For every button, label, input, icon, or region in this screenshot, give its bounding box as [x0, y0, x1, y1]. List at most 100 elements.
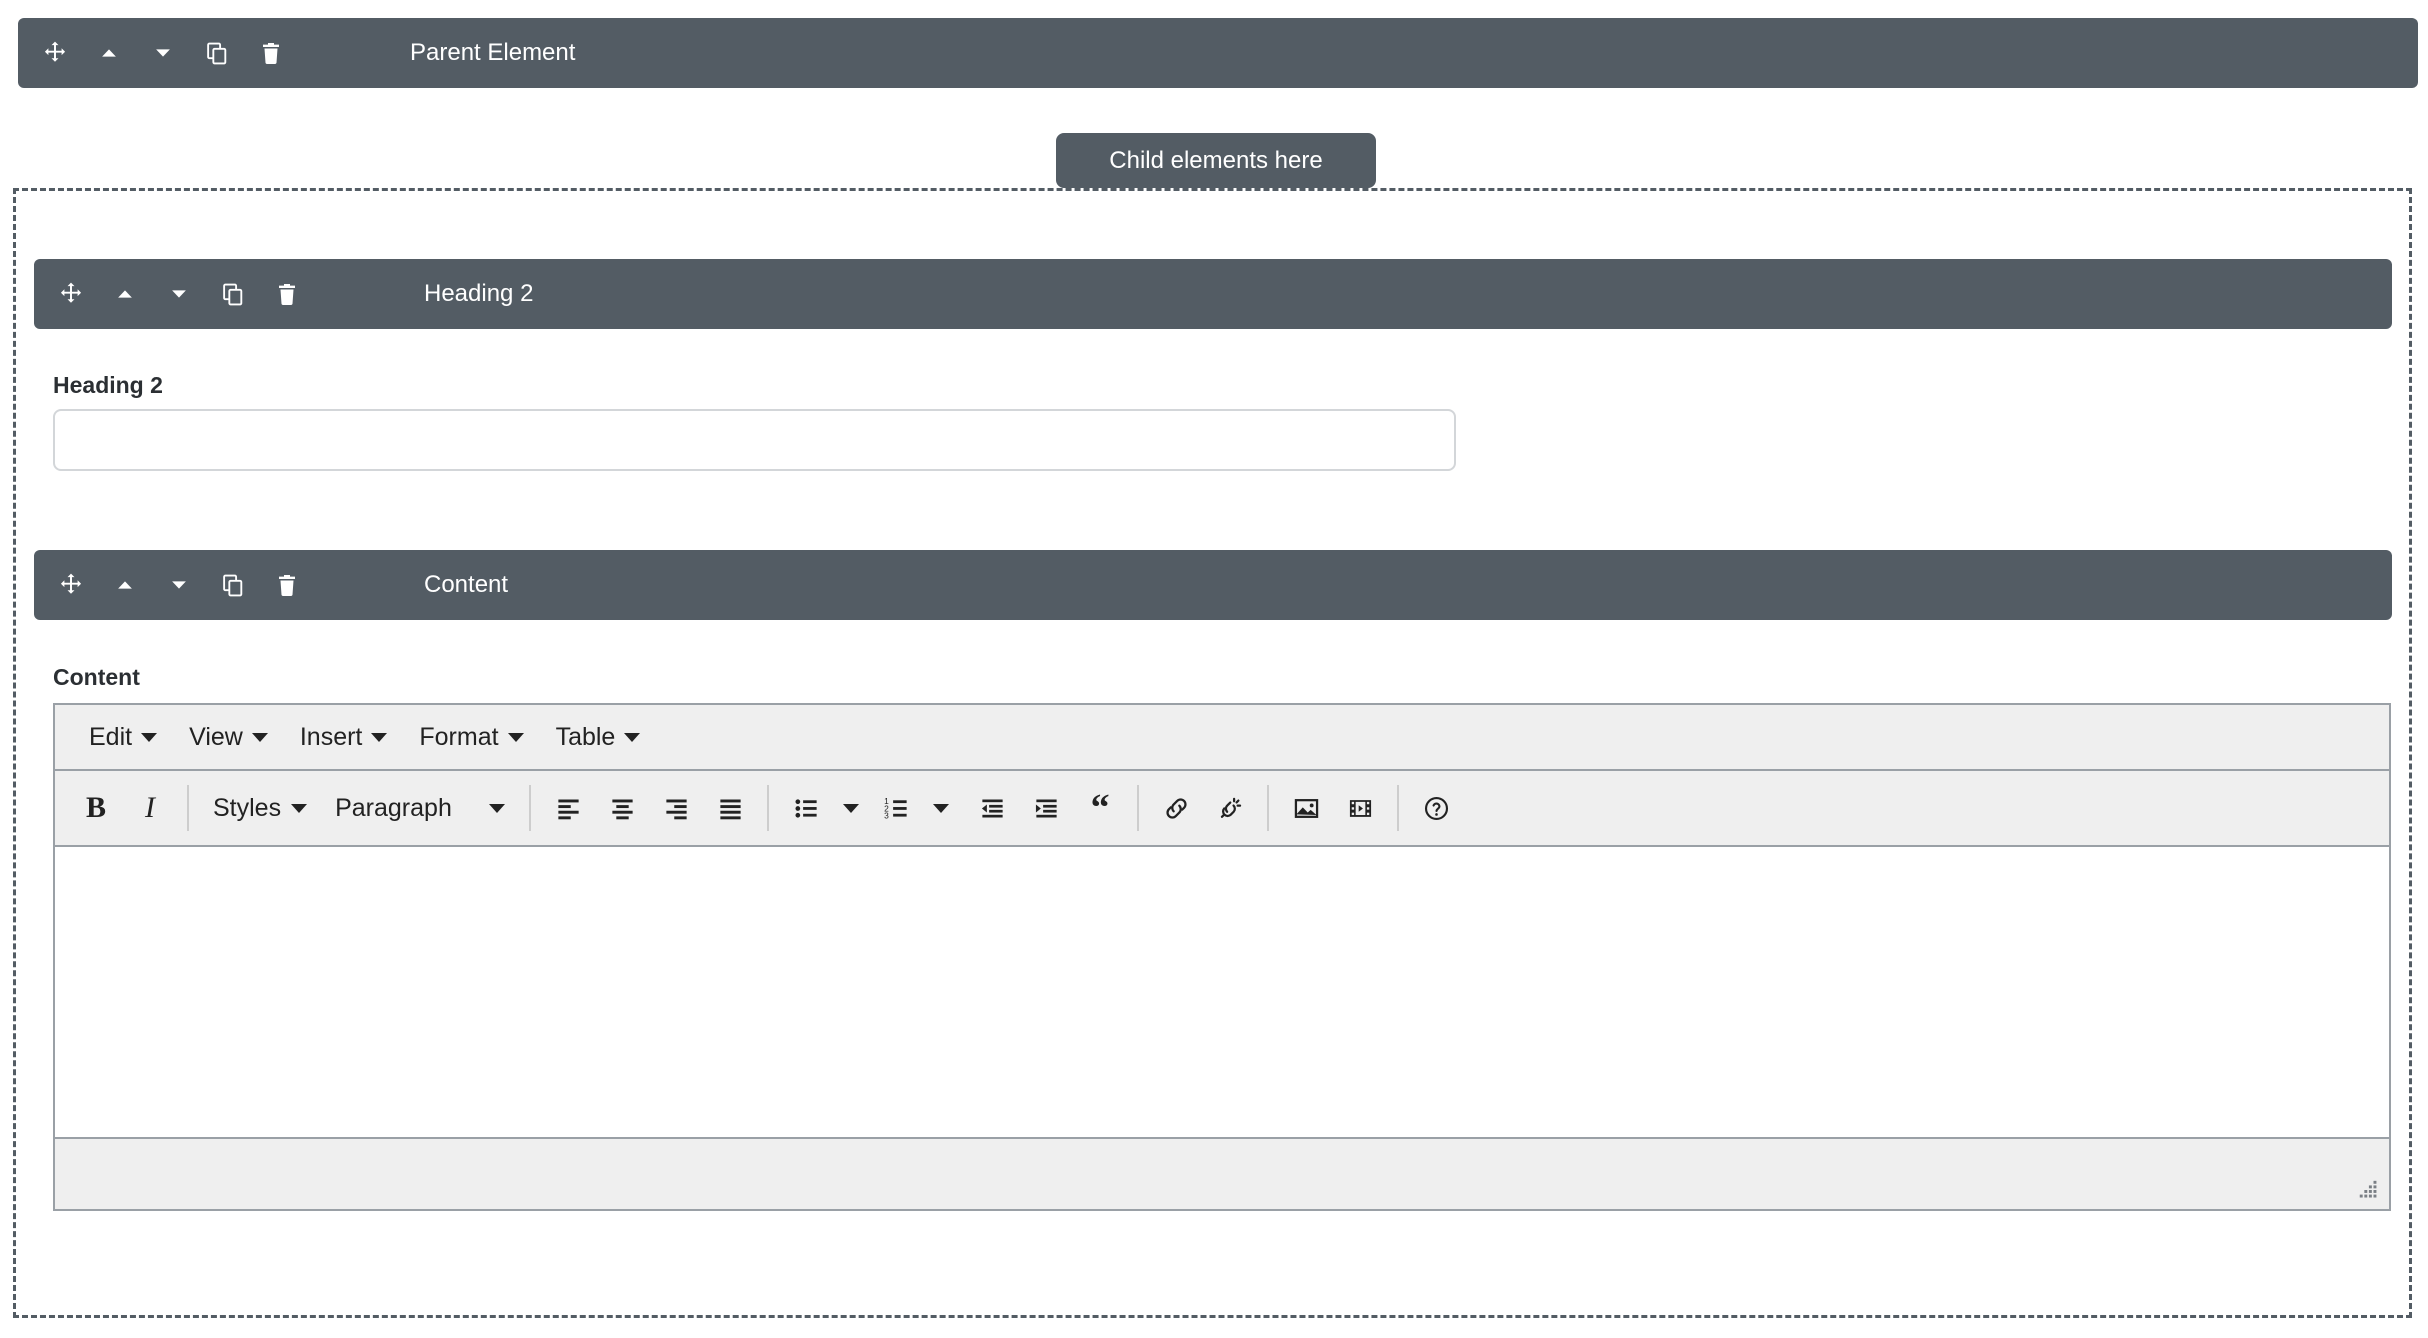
numbered-list-button[interactable]: 123 — [869, 781, 923, 835]
numbered-list-dropdown[interactable] — [923, 781, 959, 835]
align-justify-icon — [719, 799, 741, 819]
parent-element-header-bar: Parent Element — [18, 18, 2418, 88]
bullet-list-dropdown[interactable] — [833, 781, 869, 835]
move-down-icon[interactable] — [152, 550, 206, 620]
help-icon — [1424, 796, 1448, 820]
editor-statusbar — [55, 1137, 2389, 1209]
insert-image-button[interactable] — [1279, 781, 1333, 835]
menu-format-label: Format — [419, 722, 499, 751]
chevron-down-icon — [843, 803, 860, 813]
menu-edit[interactable]: Edit — [73, 715, 173, 760]
resize-grip-icon — [2359, 1180, 2377, 1198]
numbered-list-icon: 123 — [884, 796, 907, 820]
move-down-icon[interactable] — [152, 259, 206, 329]
move-up-icon[interactable] — [98, 550, 152, 620]
chevron-down-icon — [371, 732, 388, 742]
heading-element-controls — [34, 259, 314, 329]
parent-element-controls — [18, 18, 298, 88]
rich-text-editor: Edit View Insert Format Table B I Styles… — [53, 703, 2391, 1211]
content-field-label: Content — [53, 664, 140, 690]
move-icon[interactable] — [28, 18, 82, 88]
insert-media-button[interactable] — [1333, 781, 1387, 835]
move-icon[interactable] — [44, 259, 98, 329]
heading-text-input[interactable] — [53, 409, 1456, 471]
menu-table[interactable]: Table — [540, 715, 657, 760]
toolbar-divider — [1137, 785, 1140, 831]
menu-insert[interactable]: Insert — [284, 715, 404, 760]
numbered-list-split-button[interactable]: 123 — [869, 781, 959, 835]
blockquote-icon: “ — [1090, 786, 1110, 829]
parent-element-title: Parent Element — [410, 39, 576, 66]
editor-menubar: Edit View Insert Format Table — [55, 705, 2389, 771]
remove-link-button[interactable] — [1203, 781, 1257, 835]
align-center-button[interactable] — [595, 781, 649, 835]
content-element-header-bar: Content — [34, 550, 2392, 620]
resize-handle[interactable] — [2357, 1179, 2379, 1201]
chevron-down-icon — [291, 803, 308, 813]
styles-menu-button[interactable]: Styles — [199, 781, 321, 835]
toolbar-divider — [529, 785, 532, 831]
chevron-down-icon — [624, 732, 641, 742]
delete-icon[interactable] — [260, 259, 314, 329]
chevron-down-icon — [507, 732, 524, 742]
align-left-button[interactable] — [541, 781, 595, 835]
menu-table-label: Table — [555, 722, 616, 751]
duplicate-icon[interactable] — [206, 259, 260, 329]
editor-toolbar: B I Styles Paragraph 1 2 3 “ — [55, 771, 2389, 847]
styles-menu-label: Styles — [213, 793, 282, 822]
align-justify-button[interactable] — [703, 781, 757, 835]
outdent-button[interactable] — [965, 781, 1019, 835]
blockquote-button[interactable]: “ — [1073, 781, 1127, 835]
child-elements-dropzone[interactable]: Heading 2 Heading 2 Content Content Edit… — [13, 188, 2412, 1318]
chevron-down-icon — [141, 732, 158, 742]
block-format-select[interactable]: Paragraph — [321, 781, 519, 835]
chevron-down-icon — [251, 732, 268, 742]
content-element-title: Content — [424, 571, 509, 598]
indent-button[interactable] — [1019, 781, 1073, 835]
image-icon — [1294, 798, 1318, 818]
align-left-icon — [557, 799, 579, 819]
outdent-icon — [981, 799, 1003, 817]
move-down-icon[interactable] — [136, 18, 190, 88]
toolbar-divider — [187, 785, 189, 831]
italic-button[interactable]: I — [123, 781, 177, 835]
move-up-icon[interactable] — [98, 259, 152, 329]
menu-view[interactable]: View — [173, 715, 284, 760]
move-up-icon[interactable] — [82, 18, 136, 88]
menu-view-label: View — [189, 722, 243, 751]
bold-icon: B — [85, 791, 106, 824]
unlink-icon — [1220, 797, 1241, 818]
heading-field-label: Heading 2 — [53, 372, 163, 398]
toolbar-divider — [1267, 785, 1270, 831]
block-format-value: Paragraph — [335, 793, 452, 822]
bullet-list-split-button[interactable] — [779, 781, 869, 835]
align-center-icon — [611, 799, 633, 819]
help-button[interactable] — [1409, 781, 1463, 835]
duplicate-icon[interactable] — [190, 18, 244, 88]
heading-element-header-bar: Heading 2 — [34, 259, 2392, 329]
italic-icon: I — [145, 791, 155, 824]
delete-icon[interactable] — [260, 550, 314, 620]
bullet-list-icon — [795, 798, 817, 818]
content-element-controls — [34, 550, 314, 620]
link-icon — [1166, 797, 1187, 819]
indent-icon — [1035, 799, 1057, 817]
bullet-list-button[interactable] — [779, 781, 833, 835]
move-icon[interactable] — [44, 550, 98, 620]
menu-insert-label: Insert — [299, 722, 363, 751]
toolbar-divider — [767, 785, 770, 831]
insert-link-button[interactable] — [1149, 781, 1203, 835]
toolbar-divider — [1397, 785, 1400, 831]
duplicate-icon[interactable] — [206, 550, 260, 620]
align-right-icon — [665, 799, 687, 819]
editor-content-area[interactable] — [55, 847, 2389, 1137]
menu-format[interactable]: Format — [403, 715, 539, 760]
child-elements-pill[interactable]: Child elements here — [1056, 133, 1376, 188]
chevron-down-icon — [933, 803, 950, 813]
bold-button[interactable]: B — [69, 781, 123, 835]
align-right-button[interactable] — [649, 781, 703, 835]
heading-element-title: Heading 2 — [424, 280, 534, 307]
chevron-down-icon — [489, 803, 506, 813]
delete-icon[interactable] — [244, 18, 298, 88]
menu-edit-label: Edit — [89, 722, 133, 751]
